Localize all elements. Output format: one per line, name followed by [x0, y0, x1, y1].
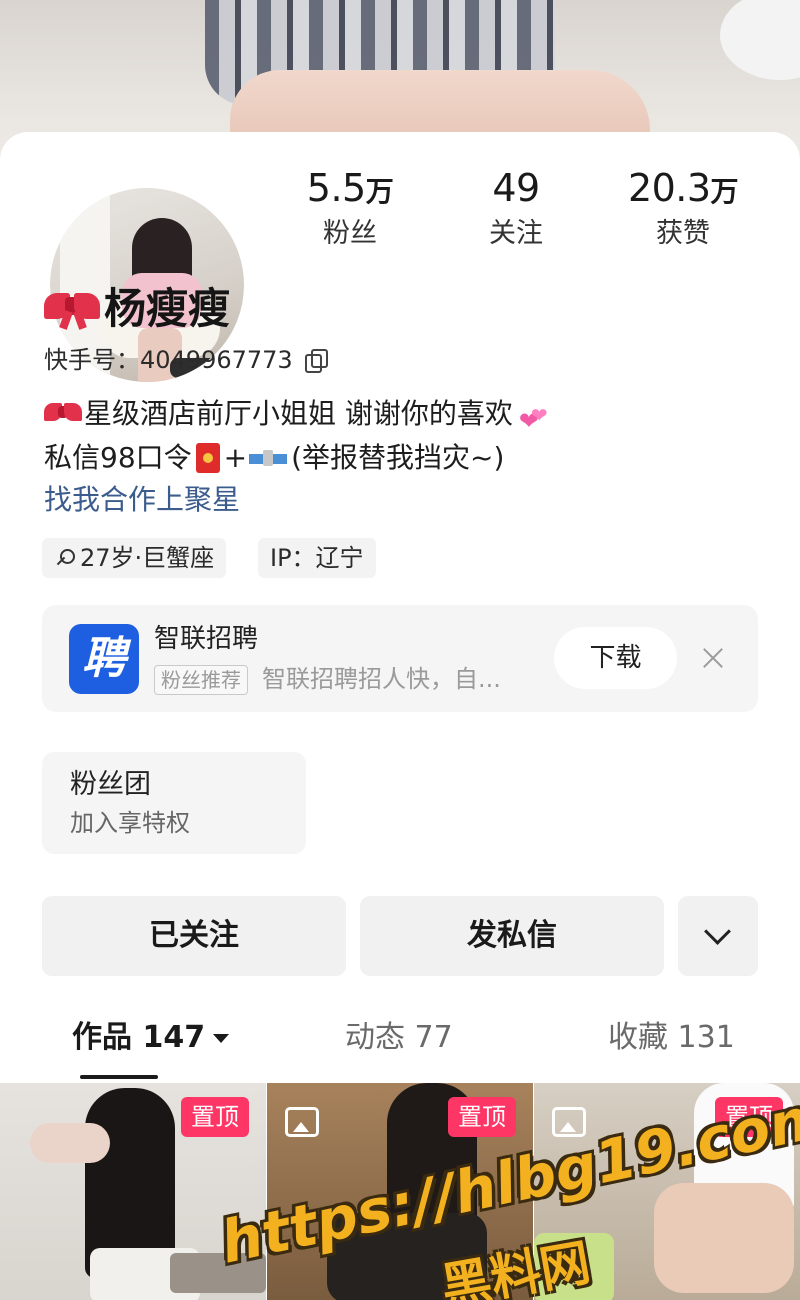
tab-favorites[interactable]: 收藏 131 [608, 1016, 735, 1060]
ip-location-text: IP：辽宁 [270, 544, 364, 572]
stat-likes-value: 20.3万 [627, 166, 739, 210]
ribbon-icon [44, 287, 100, 331]
copy-icon[interactable] [304, 349, 328, 373]
stat-followers-label: 粉丝 [323, 218, 377, 249]
user-id: 快手号： 4049967773 [44, 344, 328, 376]
satellite-icon [249, 445, 289, 471]
stat-following-value: 49 [492, 166, 540, 210]
image-icon [285, 1107, 319, 1137]
tab-works-label: 作品 147 [72, 1020, 206, 1055]
fan-club-subtitle: 加入享特权 [70, 809, 190, 837]
stat-following[interactable]: 49 关注 [456, 166, 576, 252]
bio-line-2-plus: + [223, 441, 248, 474]
red-envelope-icon [195, 443, 220, 473]
thumb-shoes [170, 1253, 266, 1293]
tab-moments[interactable]: 动态 77 [345, 1016, 453, 1060]
cooperation-link[interactable]: 找我合作上聚星 [44, 480, 240, 520]
stat-followers[interactable]: 5.5万 粉丝 [290, 166, 410, 252]
fan-club-card[interactable]: 粉丝团 加入享特权 [42, 752, 306, 854]
stat-followers-value: 5.5万 [306, 166, 394, 210]
ribbon-icon [44, 399, 82, 429]
age-zodiac-chip: 27岁·巨蟹座 [42, 538, 227, 578]
user-id-label: 快手号： [44, 346, 140, 374]
stat-following-label: 关注 [489, 218, 543, 249]
hearts-icon [519, 393, 555, 443]
female-icon [54, 547, 76, 569]
bio-line-1: 星级酒店前厅小姐姐 谢谢你的喜欢 [44, 392, 555, 443]
zhaopin-logo-icon: 聘 [69, 624, 139, 694]
thumb-legs [654, 1183, 794, 1293]
thumb-legs [327, 1213, 487, 1300]
video-thumbnail[interactable]: 置顶 [267, 1083, 533, 1300]
ad-title: 智联招聘 [154, 624, 259, 654]
pinned-badge: 置顶 [181, 1097, 249, 1137]
profile-name-text: 杨瘦瘦 [104, 284, 231, 333]
video-thumbnail[interactable]: 置顶 [534, 1083, 800, 1300]
ad-tag: 粉丝推荐 [154, 665, 248, 695]
bio-line-2-text-b: (举报替我挡灾~) [291, 441, 505, 474]
follow-button[interactable]: 已关注 [42, 896, 346, 976]
thumb-towel [534, 1233, 614, 1300]
fan-club-title: 粉丝团 [70, 769, 151, 800]
age-zodiac-text: 27岁·巨蟹座 [80, 544, 215, 572]
bio-line-2: 私信98口令 + (举报替我挡灾~) [44, 436, 555, 480]
tab-active-indicator [80, 1075, 158, 1079]
message-button[interactable]: 发私信 [360, 896, 664, 976]
tab-works[interactable]: 作品 147 [72, 1016, 230, 1060]
ad-download-button[interactable]: 下载 [554, 627, 677, 689]
bio-line-1-text: 星级酒店前厅小姐姐 谢谢你的喜欢 [84, 397, 513, 430]
stat-likes[interactable]: 20.3万 获赞 [612, 166, 754, 252]
video-thumbnail[interactable]: 置顶 [0, 1083, 266, 1300]
bio-line-2-text-a: 私信98口令 [44, 441, 192, 474]
bio: 星级酒店前厅小姐姐 谢谢你的喜欢 私信98口令 + (举报替我挡灾~) [44, 392, 555, 480]
pinned-badge: 置顶 [448, 1097, 516, 1137]
image-icon [552, 1107, 586, 1137]
stat-likes-label: 获赞 [656, 218, 710, 249]
user-id-value: 4049967773 [140, 346, 293, 374]
thumb-arm [30, 1123, 110, 1163]
ip-location-chip: IP：辽宁 [258, 538, 376, 578]
caret-down-icon [213, 1034, 230, 1043]
pinned-badge: 置顶 [715, 1097, 783, 1137]
cover-plush [720, 0, 800, 80]
close-icon[interactable] [700, 645, 726, 671]
ad-description: 智联招聘招人快，自... [262, 665, 501, 693]
chevron-down-icon[interactable] [678, 896, 758, 976]
ad-card[interactable]: 聘 智联招聘 粉丝推荐 智联招聘招人快，自... 下载 [42, 605, 758, 712]
profile-name: 杨瘦瘦 [44, 284, 230, 334]
